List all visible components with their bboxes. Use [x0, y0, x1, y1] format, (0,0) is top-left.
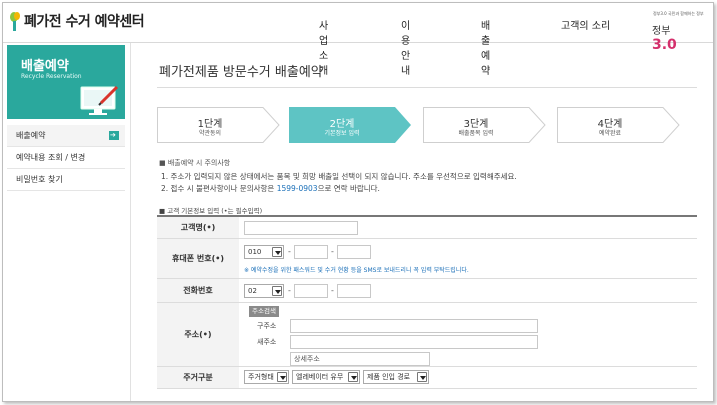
housing-label: 주거구분 — [157, 367, 239, 388]
mobile-hint: ※ 예약수정을 위한 패스워드 및 수거 현황 등을 SMS로 보내드리니 꼭 … — [244, 267, 469, 274]
title-divider — [157, 87, 697, 88]
chevron-down-icon — [348, 372, 358, 382]
step-4-subtitle: 예약완료 — [598, 130, 622, 137]
chevron-down-icon — [417, 372, 427, 382]
dash-separator: - — [288, 286, 291, 295]
row-address: 주소(•) 주소검색 구주소 새주소 상세주소 — [157, 303, 697, 367]
chevron-down-icon — [272, 286, 282, 296]
gov30-small-text: 정부3.0 국민과 함께하는 정부 — [653, 11, 704, 16]
phone-last-input[interactable] — [337, 284, 371, 298]
mobile-middle-input[interactable] — [294, 245, 328, 259]
support-phone-link[interactable]: 1599-0903 — [277, 184, 318, 193]
customer-form: 고객명(•) 휴대폰 번호(•) 010 - - ※ 예약수정을 위한 패스워드… — [157, 215, 697, 389]
sidebar-item-lookup[interactable]: 예약내용 조회 / 변경 — [7, 147, 125, 169]
dash-separator: - — [331, 247, 334, 256]
elevator-select[interactable]: 엘레베이터 유무 — [292, 370, 360, 384]
notice-line-1: 1. 주소가 입력되지 않은 상태에서는 품목 및 희망 배출일 선택이 되지 … — [161, 172, 517, 181]
step-2: 2단계 기본정보 입력 — [289, 107, 413, 143]
sidebar-item-reservation[interactable]: 배출예약 — [7, 124, 125, 147]
new-address-input[interactable] — [290, 335, 538, 349]
form-heading: ■ 고객 기본정보 입력 (•는 필수입력) — [159, 207, 263, 215]
old-address-label: 구주소 — [257, 322, 277, 330]
step-4: 4단계 예약완료 — [557, 107, 681, 143]
mobile-label: 휴대폰 번호(•) — [157, 239, 239, 278]
address-search-button[interactable]: 주소검색 — [249, 306, 279, 317]
phone-middle-input[interactable] — [294, 284, 328, 298]
dash-separator: - — [288, 247, 291, 256]
site-logo[interactable]: 폐가전 수거 예약센터 — [9, 11, 145, 31]
address-label: 주소(•) — [157, 303, 239, 366]
step-3-subtitle: 배출품목 입력 — [458, 130, 494, 137]
leaf-logo-icon — [10, 12, 20, 31]
detail-address-input[interactable]: 상세주소 — [290, 352, 430, 366]
mobile-last-input[interactable] — [337, 245, 371, 259]
arrow-right-icon — [109, 124, 119, 146]
old-address-input[interactable] — [290, 319, 538, 333]
sidebar: 배출예약 Recycle Reservation 배출예약 예약내용 조회 / … — [3, 43, 131, 401]
step-indicator: 1단계 약관동의 2단계 기본정보 입력 3단계 배출품목 입력 4단계 예약완… — [157, 107, 697, 147]
main-content: 폐가전제품 방문수거 배출예약 1단계 약관동의 2단계 기본정보 입력 3단계… — [157, 43, 697, 401]
new-address-label: 새주소 — [257, 338, 277, 346]
sidebar-item-label: 비밀번호 찾기 — [16, 175, 63, 184]
entry-path-select[interactable]: 제품 인입 경로 — [363, 370, 429, 384]
sidebar-item-label: 배출예약 — [16, 131, 46, 140]
site-header: 폐가전 수거 예약센터 사업소개 이용안내 배출예약 고객의 소리 정부3.0 … — [3, 3, 713, 77]
phone-prefix-select[interactable]: 02 — [244, 284, 284, 298]
page-title: 폐가전제품 방문수거 배출예약 — [159, 65, 323, 80]
phone-label: 전화번호 — [157, 279, 239, 302]
sidebar-menu: 배출예약 예약내용 조회 / 변경 비밀번호 찾기 — [7, 124, 125, 191]
chevron-down-icon — [272, 247, 282, 257]
step-2-subtitle: 기본정보 입력 — [324, 130, 360, 137]
name-input[interactable] — [244, 221, 358, 235]
row-phone: 전화번호 02 - - — [157, 279, 697, 303]
row-mobile: 휴대폰 번호(•) 010 - - ※ 예약수정을 위한 패스워드 및 수거 현… — [157, 239, 697, 279]
dash-separator: - — [331, 286, 334, 295]
sidebar-banner-title: 배출예약 — [21, 59, 69, 74]
name-label: 고객명(•) — [157, 217, 239, 238]
notice-line-2: 2. 접수 시 불편사항이나 문의사항은 1599-0903으로 연락 바랍니다… — [161, 184, 380, 193]
row-name: 고객명(•) — [157, 217, 697, 239]
sidebar-banner-subtitle: Recycle Reservation — [21, 73, 82, 80]
mobile-prefix-select[interactable]: 010 — [244, 245, 284, 259]
row-housing: 주거구분 주거형태 엘레베이터 유무 제품 인입 경로 — [157, 367, 697, 389]
page-frame: 폐가전 수거 예약센터 사업소개 이용안내 배출예약 고객의 소리 정부3.0 … — [2, 2, 714, 402]
notice-heading: ■ 배출예약 시 주의사항 — [159, 159, 231, 167]
nav-customer-voice[interactable]: 고객의 소리 — [561, 17, 610, 32]
step-3: 3단계 배출품목 입력 — [423, 107, 547, 143]
monitor-pencil-icon — [80, 85, 119, 115]
sidebar-item-label: 예약내용 조회 / 변경 — [16, 153, 86, 162]
sidebar-banner: 배출예약 Recycle Reservation — [7, 45, 125, 119]
housing-type-select[interactable]: 주거형태 — [244, 370, 289, 384]
sidebar-item-find-password[interactable]: 비밀번호 찾기 — [7, 169, 125, 191]
step-1-subtitle: 약관동의 — [198, 130, 222, 137]
chevron-down-icon — [277, 372, 287, 382]
step-1: 1단계 약관동의 — [157, 107, 281, 143]
site-title: 폐가전 수거 예약센터 — [24, 14, 145, 30]
gov30-logo[interactable]: 정부3.0 국민과 함께하는 정부 정부3.0 — [651, 11, 704, 53]
